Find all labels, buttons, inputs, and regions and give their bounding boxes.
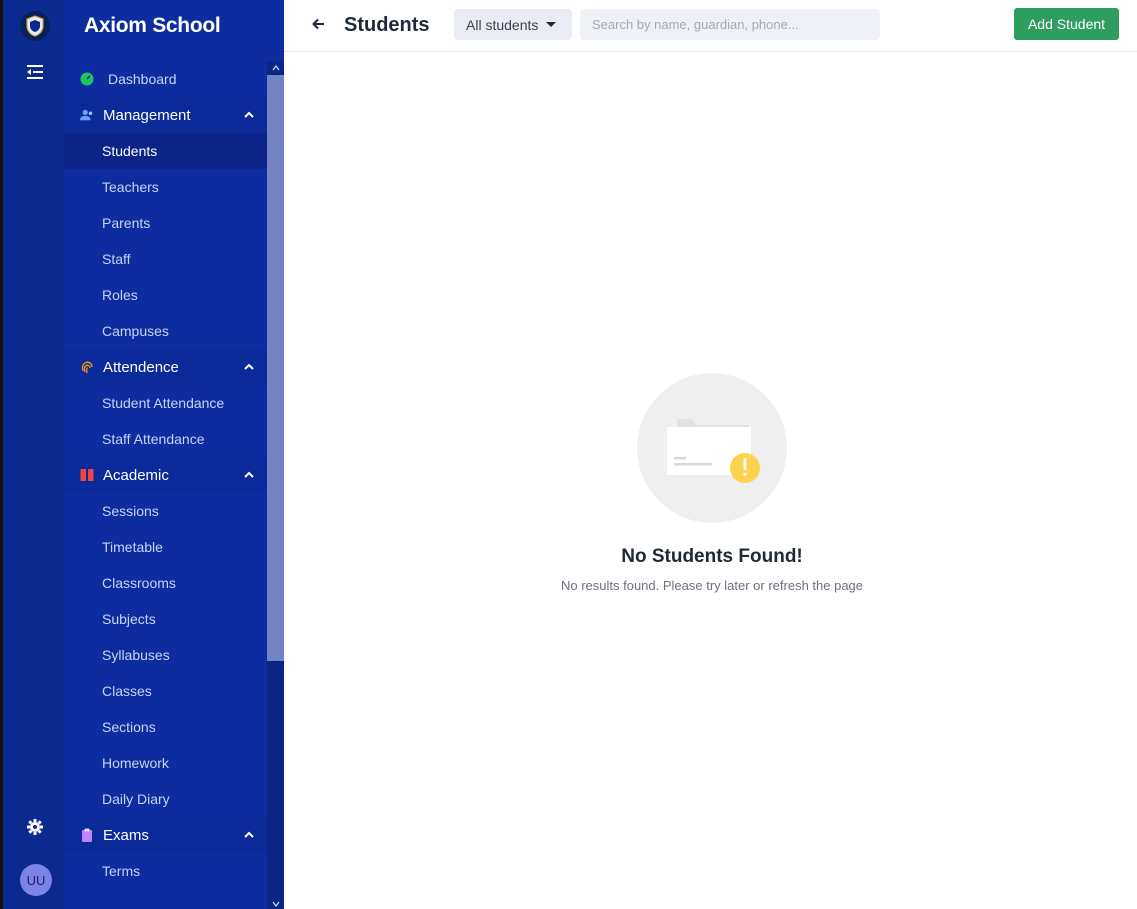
sidebar-item-parents[interactable]: Parents [64, 205, 267, 241]
page-title: Students [344, 14, 430, 36]
school-logo-icon[interactable] [20, 11, 50, 41]
empty-state-message: No results found. Please try later or re… [560, 578, 864, 593]
sidebar-item-sessions[interactable]: Sessions [64, 493, 267, 529]
sidebar-item-students[interactable]: Students [64, 133, 267, 169]
chevron-up-icon[interactable] [243, 360, 255, 372]
sidebar-item-timetable[interactable]: Timetable [64, 529, 267, 565]
sidebar-item-homework[interactable]: Homework [64, 745, 267, 781]
sidebar: Axiom School Dashboard Management Studen… [64, 0, 284, 909]
scroll-down-arrow-icon[interactable] [267, 899, 284, 909]
student-filter-dropdown[interactable]: All students [454, 9, 572, 40]
sidebar-group-exams[interactable]: Exams [64, 817, 267, 853]
fingerprint-icon [80, 360, 94, 374]
sidebar-nav: Dashboard Management Students Teachers P… [64, 61, 267, 889]
chevron-up-icon[interactable] [243, 828, 255, 840]
book-icon [80, 468, 94, 482]
users-icon [80, 108, 94, 122]
sidebar-group-label: Exams [103, 826, 149, 844]
collapse-menu-icon[interactable] [25, 63, 45, 81]
clipboard-icon [80, 828, 94, 842]
empty-folder-icon [667, 419, 760, 483]
sidebar-group-attendence[interactable]: Attendence [64, 349, 267, 385]
sidebar-item-staff-attendance[interactable]: Staff Attendance [64, 421, 267, 457]
sidebar-item-syllabuses[interactable]: Syllabuses [64, 637, 267, 673]
dashboard-gauge-icon [80, 72, 94, 86]
sidebar-group-academic[interactable]: Academic [64, 457, 267, 493]
sidebar-item-campuses[interactable]: Campuses [64, 313, 267, 349]
scroll-up-arrow-icon[interactable] [267, 61, 284, 75]
page-header: Students All students Add Student [284, 0, 1137, 52]
sidebar-item-student-attendance[interactable]: Student Attendance [64, 385, 267, 421]
settings-gear-icon[interactable] [27, 819, 45, 837]
sidebar-group-label: Academic [103, 466, 169, 484]
sidebar-item-classrooms[interactable]: Classrooms [64, 565, 267, 601]
chevron-up-icon[interactable] [243, 468, 255, 480]
app-name: Axiom School [84, 14, 221, 37]
scrollbar-thumb[interactable] [267, 75, 284, 661]
sidebar-group-management[interactable]: Management [64, 97, 267, 133]
sidebar-item-daily-diary[interactable]: Daily Diary [64, 781, 267, 817]
empty-state-illustration [637, 373, 787, 523]
icon-rail: UU [0, 0, 64, 909]
sidebar-item-sections[interactable]: Sections [64, 709, 267, 745]
filter-selected-value: All students [466, 16, 539, 33]
back-arrow-icon[interactable] [310, 15, 330, 35]
sidebar-item-teachers[interactable]: Teachers [64, 169, 267, 205]
sidebar-item-classes[interactable]: Classes [64, 673, 267, 709]
empty-state-title: No Students Found! [621, 546, 803, 567]
chevron-up-icon[interactable] [243, 108, 255, 120]
user-avatar[interactable]: UU [20, 864, 52, 896]
caret-down-icon [546, 22, 556, 27]
add-student-button[interactable]: Add Student [1014, 8, 1119, 40]
sidebar-scrollbar[interactable] [267, 61, 284, 909]
search-input[interactable] [580, 9, 880, 40]
sidebar-item-staff[interactable]: Staff [64, 241, 267, 277]
sidebar-item-roles[interactable]: Roles [64, 277, 267, 313]
sidebar-item-subjects[interactable]: Subjects [64, 601, 267, 637]
sidebar-group-label: Attendence [103, 358, 179, 376]
sidebar-item-terms[interactable]: Terms [64, 853, 267, 889]
sidebar-group-label: Management [103, 106, 191, 124]
sidebar-item-dashboard[interactable]: Dashboard [64, 61, 267, 97]
sidebar-item-label: Dashboard [108, 71, 177, 87]
